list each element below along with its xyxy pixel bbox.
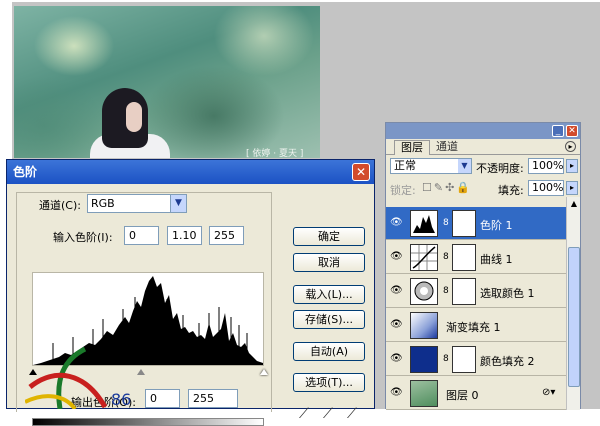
eye-icon[interactable]: 👁 — [390, 387, 404, 399]
layer-mask-thumbnail[interactable] — [452, 278, 476, 305]
input-black-field[interactable]: 0 — [124, 226, 159, 245]
scrollbar-thumb[interactable] — [568, 247, 580, 387]
gray-eyedropper-icon[interactable]: ⟋ — [323, 406, 333, 422]
curves-adjustment-icon — [410, 244, 438, 271]
lock-row: 锁定: ☐✎✣🔒 填充: 100% ▸ — [386, 179, 582, 199]
layers-panel-header[interactable]: _ ✕ — [386, 123, 580, 139]
eye-icon[interactable]: 👁 — [390, 217, 404, 229]
blend-row: 正常 ▼ 不透明度: 100% ▸ — [386, 157, 582, 177]
image-layer-thumbnail — [410, 380, 438, 407]
auto-button[interactable]: 自动(A) — [293, 342, 365, 361]
layers-scrollbar[interactable]: ▲ — [566, 197, 580, 410]
gradient-fill-icon — [410, 312, 438, 339]
channel-value: RGB — [91, 197, 115, 210]
layer-mask-thumbnail[interactable] — [452, 244, 476, 271]
fill-label: 填充: — [498, 184, 524, 197]
eye-icon[interactable]: 👁 — [390, 285, 404, 297]
layer-name: 色阶 1 — [480, 219, 513, 232]
cancel-button[interactable]: 取消 — [293, 253, 365, 272]
lock-label: 锁定: — [390, 184, 416, 197]
fill-field[interactable]: 100% — [528, 180, 564, 196]
color-fill-icon — [410, 346, 438, 373]
tab-layers[interactable]: 图层 — [394, 140, 430, 155]
eye-icon[interactable]: 👁 — [390, 251, 404, 263]
eye-icon[interactable]: 👁 — [390, 319, 404, 331]
effects-icon[interactable]: ⊘▾ — [542, 387, 555, 398]
dialog-titlebar[interactable]: 色阶 ✕ — [7, 160, 374, 184]
black-eyedropper-icon[interactable]: ⟋ — [299, 406, 309, 422]
layers-panel: _ ✕ 图层 通道 ▸ 正常 ▼ 不透明度: 100% ▸ 锁定: ☐✎✣🔒 填… — [385, 122, 582, 410]
opacity-label: 不透明度: — [476, 162, 524, 175]
output-gradient-bar — [32, 418, 264, 426]
watermark-logo: 86 — [25, 347, 131, 409]
layer-row-color-fill[interactable]: 👁 8 颜色填充 2 — [386, 343, 566, 376]
layer-row-layer0[interactable]: 👁 图层 0 ⊘▾ — [386, 377, 566, 410]
tab-channels[interactable]: 通道 — [430, 140, 464, 155]
input-levels-label: 输入色阶(I): — [53, 231, 113, 244]
options-button[interactable]: 选项(T)... — [293, 373, 365, 392]
input-gamma-field[interactable]: 1.10 — [167, 226, 202, 245]
layer-row-levels[interactable]: 👁 8 色阶 1 — [386, 207, 566, 240]
load-button[interactable]: 载入(L)... — [293, 285, 365, 304]
layer-row-gradient-fill[interactable]: 👁 渐变填充 1 — [386, 309, 566, 342]
opacity-arrow-icon[interactable]: ▸ — [566, 159, 578, 173]
input-white-field[interactable]: 255 — [209, 226, 244, 245]
layer-name: 图层 0 — [446, 389, 479, 402]
photo-face — [126, 102, 142, 132]
link-icon: 8 — [443, 252, 449, 262]
layer-name: 渐变填充 1 — [446, 321, 501, 334]
eye-icon[interactable]: 👁 — [390, 353, 404, 365]
layer-mask-thumbnail[interactable] — [452, 210, 476, 237]
photo-signature: [ 依婷 · 夏天 ] — [246, 149, 304, 158]
save-button[interactable]: 存储(S)... — [293, 310, 365, 329]
scroll-up-icon[interactable]: ▲ — [568, 199, 580, 211]
canvas-photo: [ 依婷 · 夏天 ] — [14, 6, 320, 158]
blend-mode-select[interactable]: 正常 ▼ — [390, 158, 472, 174]
layer-row-selective-color[interactable]: 👁 8 选取颜色 1 — [386, 275, 566, 308]
channel-label: 通道(C): — [39, 199, 81, 212]
layer-mask-thumbnail[interactable] — [452, 346, 476, 373]
white-eyedropper-icon[interactable]: ⟋ — [347, 406, 357, 422]
layer-name: 曲线 1 — [480, 253, 513, 266]
layer-name: 选取颜色 1 — [480, 287, 535, 300]
output-black-field[interactable]: 0 — [145, 389, 180, 408]
layer-name: 颜色填充 2 — [480, 355, 535, 368]
layers-tabs: 图层 通道 ▸ — [386, 139, 580, 155]
watermark-logo-text: 86 — [111, 390, 131, 409]
dialog-title: 色阶 — [13, 165, 38, 179]
output-white-field[interactable]: 255 — [188, 389, 238, 408]
blend-mode-value: 正常 — [394, 159, 416, 172]
panel-menu-icon[interactable]: ▸ — [565, 141, 576, 152]
input-white-slider[interactable] — [260, 369, 268, 375]
selective-color-icon — [410, 278, 438, 305]
levels-adjustment-icon — [410, 210, 438, 237]
link-icon: 8 — [443, 286, 449, 296]
close-icon[interactable]: ✕ — [352, 163, 370, 181]
link-icon: 8 — [443, 354, 449, 364]
channel-select[interactable]: RGB ▼ — [87, 194, 187, 213]
lock-icons[interactable]: ☐✎✣🔒 — [422, 181, 472, 194]
panel-close-icon[interactable]: ✕ — [566, 125, 578, 137]
link-icon: 8 — [443, 218, 449, 228]
chevron-down-icon[interactable]: ▼ — [170, 195, 186, 212]
minimize-icon[interactable]: _ — [552, 125, 564, 137]
ok-button[interactable]: 确定 — [293, 227, 365, 246]
opacity-field[interactable]: 100% — [528, 158, 564, 174]
fill-arrow-icon[interactable]: ▸ — [566, 181, 578, 195]
chevron-down-icon[interactable]: ▼ — [458, 159, 471, 173]
layer-row-curves[interactable]: 👁 8 曲线 1 — [386, 241, 566, 274]
